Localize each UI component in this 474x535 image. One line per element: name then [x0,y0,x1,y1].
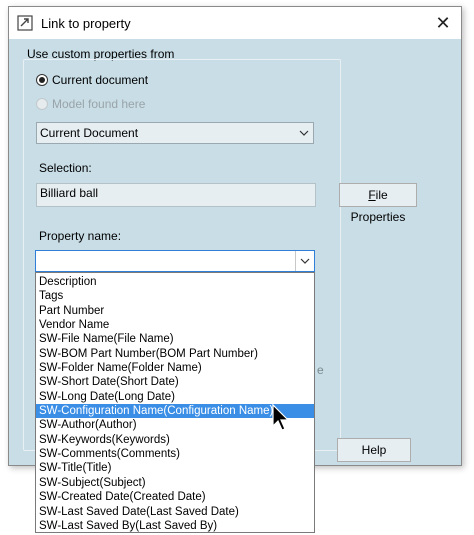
chevron-down-icon [299,130,309,136]
radio-model-found-here-label: Model found here [52,97,146,111]
radio-model-found-here: Model found here [36,97,145,111]
property-list-item[interactable]: SW-Created Date(Created Date) [36,490,314,504]
property-list-item[interactable]: SW-BOM Part Number(BOM Part Number) [36,347,314,361]
property-list-item[interactable]: SW-Last Saved By(Last Saved By) [36,519,314,533]
file-properties-button[interactable]: File Properties [339,183,417,224]
property-list-item[interactable]: SW-Last Saved Date(Last Saved Date) [36,505,314,519]
file-properties-label: ile Properties [350,188,406,224]
link-property-icon [17,15,33,31]
property-list-item[interactable]: SW-Title(Title) [36,461,314,475]
document-source-dropdown[interactable]: Current Document [36,122,314,144]
property-name-input[interactable] [35,250,315,272]
radio-current-document[interactable]: Current document [36,73,148,87]
selection-label: Selection: [39,161,92,175]
property-list-item[interactable]: Part Number [36,304,314,318]
radio-selected-icon [36,74,48,86]
property-list-item[interactable]: Vendor Name [36,318,314,332]
help-button[interactable]: Help [337,438,411,462]
property-list-item[interactable]: SW-Short Date(Short Date) [36,375,314,389]
property-list-item[interactable]: SW-File Name(File Name) [36,332,314,346]
file-properties-accelerator: F [368,188,376,202]
property-list-item[interactable]: SW-Subject(Subject) [36,476,314,490]
selection-field: Billiard ball [36,183,316,207]
property-name-list[interactable]: Description Tags Part Number Vendor Name SW-… [35,272,315,533]
property-list-item[interactable]: Tags [36,289,314,303]
window-title: Link to property [41,16,131,31]
occluded-text-fragment: e [317,363,324,377]
mouse-pointer-icon [272,404,290,431]
close-icon[interactable]: ✕ [431,11,455,35]
property-list-item[interactable]: SW-Folder Name(Folder Name) [36,361,314,375]
property-name-label: Property name: [39,229,122,243]
property-list-item[interactable]: SW-Long Date(Long Date) [36,390,314,404]
radio-disabled-icon [36,98,48,110]
property-dropdown-button[interactable] [295,251,314,271]
property-list-item[interactable]: SW-Keywords(Keywords) [36,433,314,447]
radio-current-document-label: Current document [52,73,149,87]
chevron-down-icon [300,258,310,264]
title-bar: Link to property ✕ [9,7,461,39]
property-list-item[interactable]: Description [36,275,314,289]
document-source-value: Current Document [40,126,139,140]
property-list-item[interactable]: SW-Comments(Comments) [36,447,314,461]
